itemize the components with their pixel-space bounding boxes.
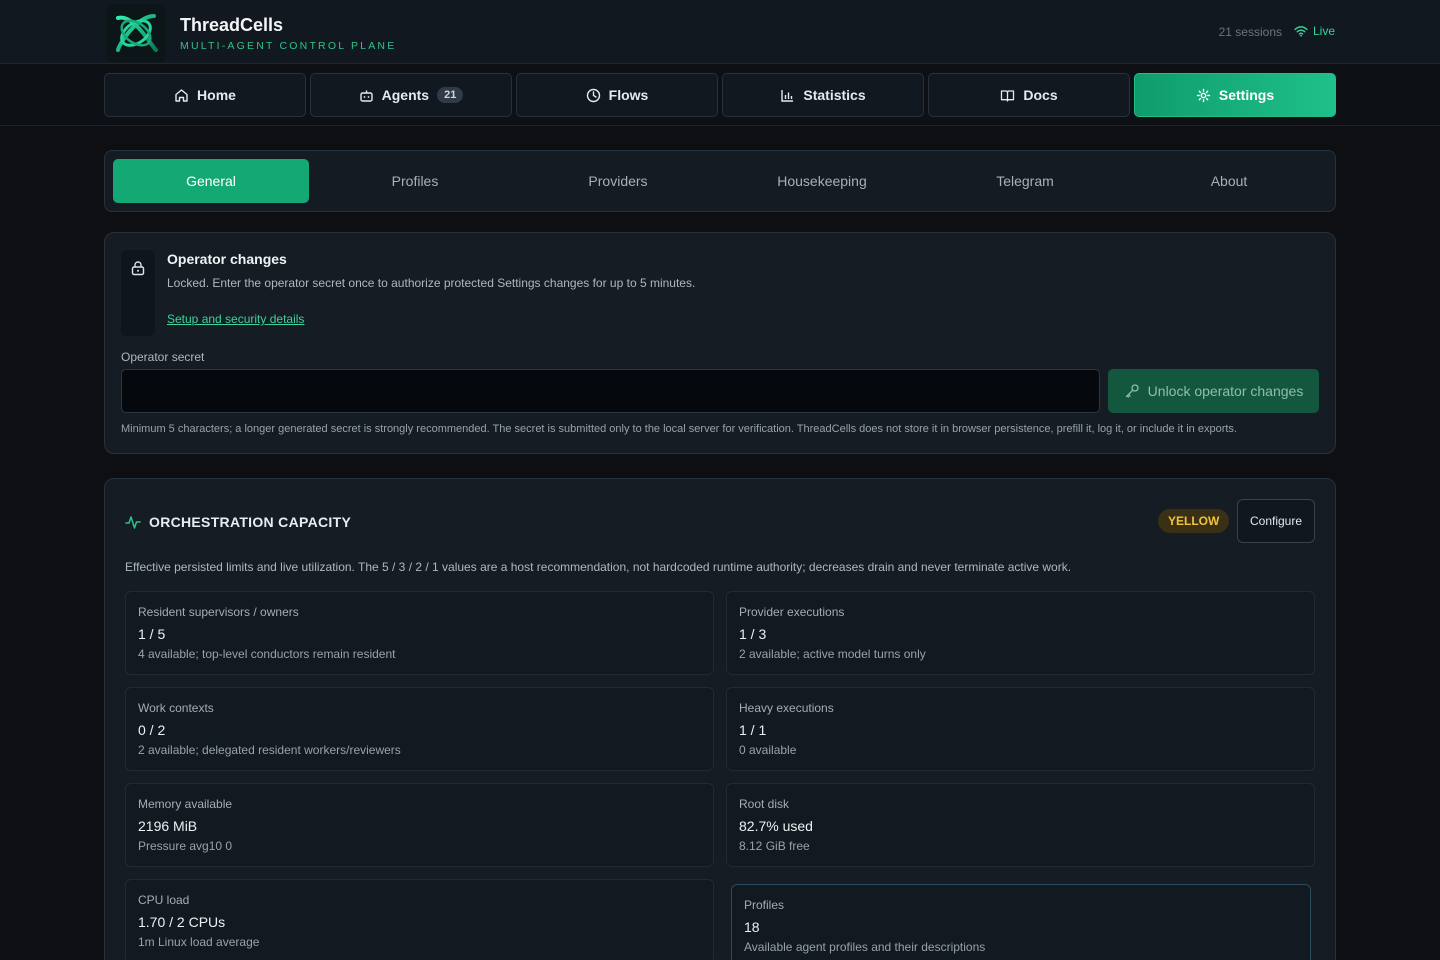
nav-agents-label: Agents <box>381 87 430 103</box>
live-label: Live <box>1313 24 1336 38</box>
tab-housekeeping[interactable]: Housekeeping <box>724 159 920 203</box>
orchestration-capacity-card: ORCHESTRATION CAPACITY YELLOW Configure … <box>104 478 1336 960</box>
lock-icon <box>130 260 146 336</box>
metric-subtext: 2 available; active model turns only <box>739 647 926 661</box>
agents-count-badge: 21 <box>437 87 464 103</box>
metric-subtext: 2 available; delegated resident workers/… <box>138 743 401 757</box>
app-subtitle: MULTI-AGENT CONTROL PLANE <box>180 40 397 52</box>
book-icon <box>1000 88 1015 103</box>
metric-value: 1 / 5 <box>138 626 166 642</box>
home-icon <box>174 88 189 103</box>
metric-resident-supervisors: Resident supervisors / owners 1 / 5 4 av… <box>125 591 714 675</box>
metric-value: 0 / 2 <box>138 722 166 738</box>
nav-statistics-button[interactable]: Statistics <box>722 73 924 117</box>
metric-cpu-load: CPU load 1.70 / 2 CPUs 1m Linux load ave… <box>125 879 714 960</box>
capacity-status-badge: YELLOW <box>1158 509 1230 533</box>
lock-panel <box>121 250 155 336</box>
metric-subtext: 8.12 GiB free <box>739 839 810 853</box>
bar-chart-icon <box>780 88 795 103</box>
metric-label: Work contexts <box>138 701 214 715</box>
nav-settings-label: Settings <box>1218 87 1275 103</box>
operator-changes-description: Locked. Enter the operator secret once t… <box>167 276 696 290</box>
top-bar: ThreadCells MULTI-AGENT CONTROL PLANE 21… <box>0 0 1440 64</box>
metric-subtext: Pressure avg10 0 <box>138 839 233 853</box>
capacity-description: Effective persisted limits and live util… <box>125 560 1072 574</box>
tab-about[interactable]: About <box>1131 159 1327 203</box>
metric-subtext: 4 available; top-level conductors remain… <box>138 647 396 661</box>
capacity-header: ORCHESTRATION CAPACITY <box>125 514 351 530</box>
metric-root-disk: Root disk 82.7% used 8.12 GiB free <box>726 783 1315 867</box>
configure-button[interactable]: Configure <box>1237 499 1315 543</box>
metric-label: Memory available <box>138 797 233 811</box>
threadcells-logo[interactable] <box>106 4 166 62</box>
metric-label: Resident supervisors / owners <box>138 605 299 619</box>
metric-label: Root disk <box>739 797 790 811</box>
metric-label: Provider executions <box>739 605 845 619</box>
operator-changes-title: Operator changes <box>167 251 287 267</box>
tab-general[interactable]: General <box>113 159 309 203</box>
operator-secret-hint: Minimum 5 characters; a longer generated… <box>121 423 1237 435</box>
metric-value: 2196 MiB <box>138 818 198 834</box>
metric-heavy-executions: Heavy executions 1 / 1 0 available <box>726 687 1315 771</box>
metric-memory-available: Memory available 2196 MiB Pressure avg10… <box>125 783 714 867</box>
metric-profiles[interactable]: Profiles 18 Available agent profiles and… <box>731 884 1311 960</box>
nav-flows-button[interactable]: Flows <box>516 73 718 117</box>
operator-changes-card: Operator changes Locked. Enter the opera… <box>104 232 1336 454</box>
metric-work-contexts: Work contexts 0 / 2 2 available; delegat… <box>125 687 714 771</box>
metric-subtext: 1m Linux load average <box>138 935 260 949</box>
key-icon <box>1124 383 1140 399</box>
capacity-title: ORCHESTRATION CAPACITY <box>149 514 352 530</box>
metric-subtext: Available agent profiles and their descr… <box>744 940 986 954</box>
unlock-operator-label: Unlock operator changes <box>1147 383 1304 399</box>
tab-profiles[interactable]: Profiles <box>317 159 513 203</box>
metric-subtext: 0 available <box>739 743 797 757</box>
operator-secret-input[interactable] <box>121 369 1100 413</box>
nav-docs-label: Docs <box>1023 87 1058 103</box>
metric-value: 18 <box>744 919 760 935</box>
metric-value: 1.70 / 2 CPUs <box>138 914 226 930</box>
activity-icon <box>125 514 141 530</box>
nav-flows-label: Flows <box>608 87 649 103</box>
robot-icon <box>359 88 374 103</box>
setup-security-link[interactable]: Setup and security details <box>167 312 304 326</box>
unlock-operator-button[interactable]: Unlock operator changes <box>1108 369 1319 413</box>
app-title: ThreadCells <box>180 15 284 35</box>
tab-telegram[interactable]: Telegram <box>927 159 1123 203</box>
nav-home-label: Home <box>197 87 236 103</box>
nav-agents-button[interactable]: Agents 21 <box>310 73 512 117</box>
nav-statistics-label: Statistics <box>803 87 866 103</box>
metric-label: CPU load <box>138 893 190 907</box>
settings-subtabs: General Profiles Providers Housekeeping … <box>104 150 1336 212</box>
nav-home-button[interactable]: Home <box>104 73 306 117</box>
metric-provider-executions: Provider executions 1 / 3 2 available; a… <box>726 591 1315 675</box>
metric-value: 1 / 1 <box>739 722 767 738</box>
metric-label: Heavy executions <box>739 701 834 715</box>
metric-value: 1 / 3 <box>739 626 767 642</box>
nav-settings-button[interactable]: Settings <box>1134 73 1336 117</box>
clock-icon <box>586 88 601 103</box>
wifi-icon <box>1294 25 1308 37</box>
metric-value: 82.7% used <box>739 818 813 834</box>
nav-docs-button[interactable]: Docs <box>928 73 1130 117</box>
metric-label: Profiles <box>744 898 785 912</box>
sessions-count: 21 sessions <box>1218 25 1282 39</box>
gear-icon <box>1196 88 1211 103</box>
operator-secret-label: Operator secret <box>121 350 205 364</box>
live-indicator: Live <box>1294 24 1335 38</box>
tab-providers[interactable]: Providers <box>520 159 716 203</box>
